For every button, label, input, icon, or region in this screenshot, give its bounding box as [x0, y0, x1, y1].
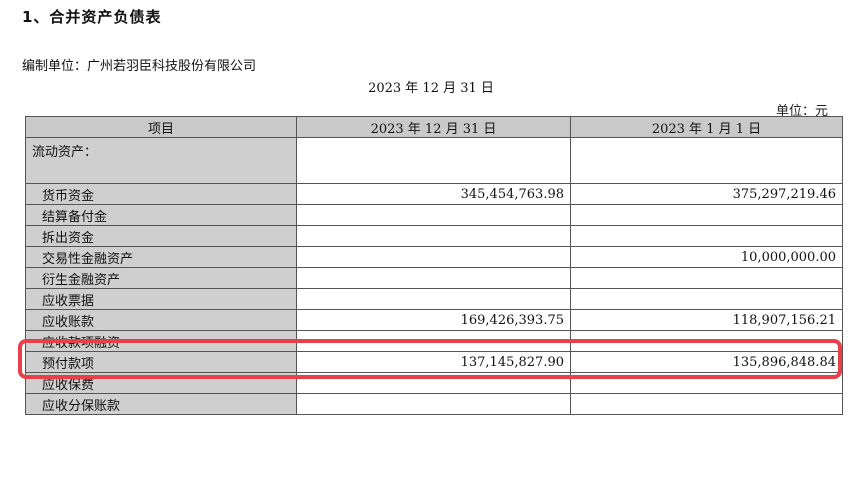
row-value-prior: 10,000,000.00 — [570, 246, 843, 268]
table-row: 衍生金融资产 — [25, 267, 843, 289]
table-row: 应收款项融资 — [25, 330, 843, 352]
row-label: 应收保费 — [25, 372, 297, 394]
row-label: 应收分保账款 — [25, 393, 297, 415]
balance-sheet-table: 项目 2023 年 12 月 31 日 2023 年 1 月 1 日 流动资产：… — [25, 116, 843, 415]
column-header-item: 项目 — [25, 116, 297, 138]
row-label: 结算备付金 — [25, 204, 297, 226]
row-label: 应收账款 — [25, 309, 297, 331]
table-row: 货币资金 345,454,763.98 375,297,219.46 — [25, 183, 843, 205]
row-value-current: 345,454,763.98 — [296, 183, 571, 205]
column-header-prior: 2023 年 1 月 1 日 — [570, 116, 843, 138]
report-date: 2023 年 12 月 31 日 — [368, 81, 494, 96]
row-value-prior — [570, 225, 843, 247]
table-row: 应收分保账款 — [25, 393, 843, 415]
row-label: 应收款项融资 — [25, 330, 297, 352]
compiling-entity: 编制单位：广州若羽臣科技股份有限公司 — [22, 59, 257, 74]
row-value-current — [296, 330, 571, 352]
row-value-current — [296, 288, 571, 310]
row-label: 衍生金融资产 — [25, 267, 297, 289]
table-row: 应收保费 — [25, 372, 843, 394]
table-row: 预付款项 137,145,827.90 135,896,848.84 — [25, 351, 843, 373]
row-label: 货币资金 — [25, 183, 297, 205]
row-value-prior — [570, 137, 843, 184]
row-value-prior — [570, 204, 843, 226]
row-value-prior: 118,907,156.21 — [570, 309, 843, 331]
table-row-current-assets: 流动资产： — [25, 137, 843, 184]
row-value-current — [296, 225, 571, 247]
row-label: 预付款项 — [25, 351, 297, 373]
row-value-prior — [570, 372, 843, 394]
table-header-row: 项目 2023 年 12 月 31 日 2023 年 1 月 1 日 — [25, 116, 843, 138]
row-value-current — [296, 267, 571, 289]
row-value-prior — [570, 267, 843, 289]
table-row: 交易性金融资产 10,000,000.00 — [25, 246, 843, 268]
section-title: 1、合并资产负债表 — [22, 8, 162, 26]
row-label: 交易性金融资产 — [25, 246, 297, 268]
row-value-prior — [570, 330, 843, 352]
row-value-current — [296, 393, 571, 415]
row-value-current — [296, 372, 571, 394]
column-header-current: 2023 年 12 月 31 日 — [296, 116, 571, 138]
row-value-current — [296, 204, 571, 226]
table-row: 拆出资金 — [25, 225, 843, 247]
row-label: 拆出资金 — [25, 225, 297, 247]
row-value-prior — [570, 393, 843, 415]
row-label: 流动资产： — [25, 137, 297, 184]
row-value-prior — [570, 288, 843, 310]
row-value-prior: 375,297,219.46 — [570, 183, 843, 205]
row-value-prior: 135,896,848.84 — [570, 351, 843, 373]
table-row: 应收票据 — [25, 288, 843, 310]
row-value-current: 137,145,827.90 — [296, 351, 571, 373]
row-value-current: 169,426,393.75 — [296, 309, 571, 331]
row-value-current — [296, 246, 571, 268]
row-value-current — [296, 137, 571, 184]
table-row: 结算备付金 — [25, 204, 843, 226]
table-row-highlighted: 应收账款 169,426,393.75 118,907,156.21 — [25, 309, 843, 331]
row-label: 应收票据 — [25, 288, 297, 310]
